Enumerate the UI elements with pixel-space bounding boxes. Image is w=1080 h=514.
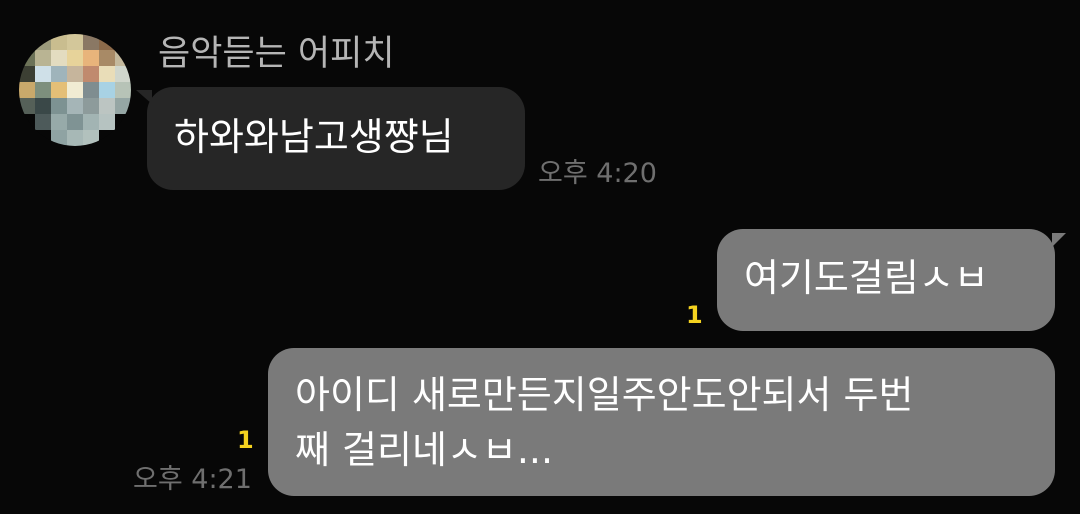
avatar-pixel [67, 34, 83, 50]
avatar-pixel [115, 50, 131, 66]
unread-count-badge: 1 [686, 301, 703, 329]
avatar-pixel [35, 34, 51, 50]
avatar-pixel [115, 82, 131, 98]
avatar-pixel [19, 66, 35, 82]
message-bubble-outgoing[interactable]: 아이디 새로만든지일주안도안되서 두번 째 걸리네ㅅㅂ... [268, 348, 1055, 496]
unread-count-badge: 1 [237, 426, 254, 454]
avatar-pixel [83, 34, 99, 50]
message-timestamp: 오후 4:20 [538, 158, 657, 189]
avatar-pixel [67, 82, 83, 98]
avatar-pixel [35, 98, 51, 114]
avatar-pixel [35, 114, 51, 130]
message-text-line: 아이디 새로만든지일주안도안되서 두번 [295, 373, 914, 417]
avatar-pixel [115, 98, 131, 114]
message-timestamp: 오후 4:21 [133, 464, 252, 495]
avatar-pixel [67, 50, 83, 66]
avatar-pixel [67, 98, 83, 114]
avatar-pixel [99, 50, 115, 66]
avatar-pixel [51, 98, 67, 114]
avatar-pixel [51, 66, 67, 82]
avatar-pixel [99, 82, 115, 98]
avatar-pixel [67, 66, 83, 82]
avatar-pixel [51, 82, 67, 98]
message-text-line: 째 걸리네ㅅㅂ... [295, 428, 554, 472]
avatar-pixel [51, 114, 67, 130]
avatar-pixel [83, 114, 99, 130]
avatar-pixel [19, 130, 35, 146]
avatar-pixel [83, 98, 99, 114]
message-text: 하와와남고생쨩님 [174, 115, 454, 159]
avatar-pixel [115, 114, 131, 130]
avatar-pixel [67, 114, 83, 130]
message-bubble-incoming[interactable]: 하와와남고생쨩님 [147, 87, 525, 190]
avatar-pixel [99, 114, 115, 130]
avatar-pixel [19, 34, 35, 50]
avatar-pixel [51, 34, 67, 50]
avatar-pixel [51, 130, 67, 146]
avatar-pixel [35, 82, 51, 98]
avatar-pixel [67, 130, 83, 146]
sender-avatar[interactable] [19, 34, 131, 146]
message-bubble-outgoing[interactable]: 여기도걸림ㅅㅂ [717, 229, 1055, 331]
avatar-pixel [19, 114, 35, 130]
avatar-pixel [115, 34, 131, 50]
avatar-pixel [115, 130, 131, 146]
avatar-pixel [83, 50, 99, 66]
avatar-pixel [83, 130, 99, 146]
avatar-pixel [83, 66, 99, 82]
avatar-pixel [99, 66, 115, 82]
avatar-pixel [99, 34, 115, 50]
sender-name: 음악듣는 어피치 [158, 34, 395, 74]
avatar-pixel [99, 98, 115, 114]
outgoing-bubble-tail [1052, 233, 1066, 247]
avatar-pixel [19, 98, 35, 114]
avatar-pixel [35, 130, 51, 146]
avatar-pixel [35, 66, 51, 82]
avatar-pixel [35, 50, 51, 66]
avatar-pixel [51, 50, 67, 66]
avatar-pixel [19, 50, 35, 66]
avatar-pixel [115, 66, 131, 82]
avatar-pixel [83, 82, 99, 98]
avatar-pixel [99, 130, 115, 146]
avatar-pixel [19, 82, 35, 98]
message-text: 여기도걸림ㅅㅂ [744, 256, 989, 300]
